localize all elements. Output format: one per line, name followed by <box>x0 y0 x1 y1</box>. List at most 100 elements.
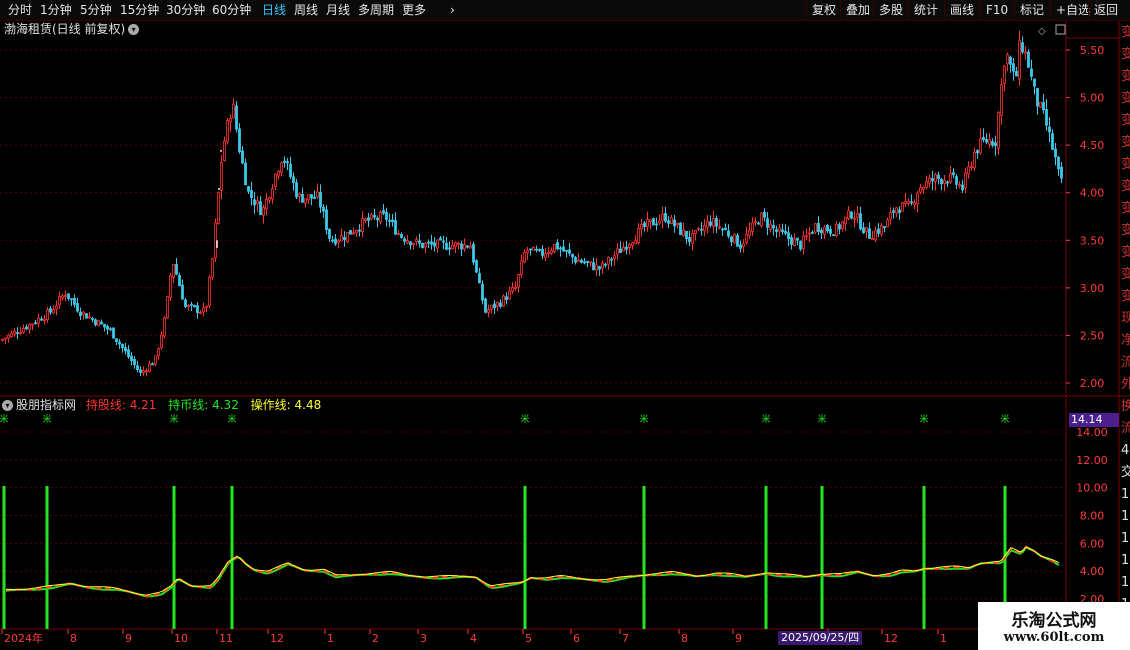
candle <box>166 296 169 319</box>
candle <box>391 219 394 223</box>
period-tab-2[interactable]: 5分钟 <box>80 0 112 20</box>
period-tab-6[interactable]: 日线 <box>262 0 286 20</box>
chevron-down-icon[interactable]: ▾ <box>2 400 13 411</box>
candle <box>1000 84 1003 116</box>
date-axis-label: 9 <box>125 632 132 645</box>
candle <box>652 218 655 226</box>
candle <box>925 181 928 188</box>
period-tab-4[interactable]: 30分钟 <box>166 0 205 20</box>
period-tab-7[interactable]: 周线 <box>294 0 318 20</box>
tool-button-6[interactable]: 标记 <box>1014 0 1050 20</box>
candle <box>547 251 550 254</box>
candle <box>145 370 148 373</box>
candle <box>550 249 553 254</box>
candle <box>637 228 640 244</box>
indicator-axis-label: 6.00 <box>1080 537 1105 550</box>
candle <box>853 217 856 220</box>
period-tab-3[interactable]: 15分钟 <box>120 0 159 20</box>
right-panel-glyph: 变 <box>1121 156 1130 172</box>
indicator-plot: 米米米米米米米米米米 <box>0 413 1060 629</box>
candle <box>142 370 145 374</box>
chevron-down-icon[interactable]: ▾ <box>128 24 140 35</box>
candle <box>997 112 1000 149</box>
right-panel-glyph: 1 <box>1121 487 1129 502</box>
candle <box>982 136 985 140</box>
candle <box>7 334 10 339</box>
candle <box>733 233 736 243</box>
indicator-axis-label: 8.00 <box>1080 510 1105 523</box>
candle <box>154 355 157 365</box>
right-panel-glyph: 变 <box>1121 24 1130 40</box>
candle <box>841 221 844 229</box>
candle <box>802 235 805 249</box>
candle <box>184 299 187 307</box>
candle <box>880 225 883 235</box>
candle <box>727 230 730 237</box>
candle <box>526 250 529 254</box>
candle <box>442 240 445 243</box>
candle <box>190 303 193 306</box>
signal-symbol: 米 <box>817 413 826 425</box>
candle <box>796 237 799 241</box>
candle <box>70 298 73 301</box>
candle <box>295 182 298 198</box>
right-panel-glyph: 换 <box>1121 399 1130 414</box>
candle <box>769 223 772 230</box>
candle <box>1036 88 1039 107</box>
candle <box>805 235 808 238</box>
candle <box>304 198 307 204</box>
candle <box>49 308 52 313</box>
tool-button-5[interactable]: F10 <box>980 0 1014 20</box>
candle <box>397 232 400 235</box>
tool-button-2[interactable]: 多股 <box>873 0 908 20</box>
hold-line-label: 持股线: <box>85 398 130 412</box>
candle <box>268 197 271 201</box>
candle <box>67 293 70 299</box>
indicator-axis-label: 12.00 <box>1076 454 1108 467</box>
right-panel-glyph: 变 <box>1121 46 1130 62</box>
candle <box>79 311 82 317</box>
candle <box>244 162 247 186</box>
candle <box>499 302 502 307</box>
candle <box>916 192 919 205</box>
tool-button-8[interactable]: 返回 <box>1088 0 1130 20</box>
candle <box>382 210 385 214</box>
period-tab-0[interactable]: 分时 <box>8 0 32 20</box>
candle <box>352 232 355 235</box>
tool-button-0[interactable]: 复权 <box>806 0 840 20</box>
candle <box>151 363 154 366</box>
candle <box>43 318 46 321</box>
period-tab-8[interactable]: 月线 <box>326 0 350 20</box>
period-tab-5[interactable]: 60分钟 <box>212 0 251 20</box>
candle <box>616 248 619 255</box>
candle <box>334 238 337 245</box>
period-tab-9[interactable]: 多周期 <box>358 0 394 20</box>
tool-button-7[interactable]: +自选 <box>1050 0 1090 20</box>
period-tab-10[interactable]: 更多 <box>402 0 426 20</box>
op-line <box>6 546 1060 596</box>
candle <box>310 194 313 199</box>
tool-button-4[interactable]: 画线 <box>944 0 980 20</box>
candle <box>115 338 118 342</box>
candle <box>694 229 697 234</box>
candle <box>331 239 334 242</box>
candle <box>649 219 652 222</box>
candle <box>847 210 850 220</box>
candle <box>379 212 382 223</box>
candle <box>1027 51 1030 68</box>
more-chevron-icon[interactable]: › <box>450 0 455 20</box>
candle <box>169 275 172 298</box>
candle <box>700 228 703 231</box>
candle <box>595 264 598 271</box>
candle <box>664 212 667 222</box>
tool-button-1[interactable]: 叠加 <box>840 0 873 20</box>
candle <box>484 298 487 313</box>
candle <box>505 296 508 301</box>
candle <box>469 245 472 249</box>
candle <box>907 201 910 204</box>
period-tab-1[interactable]: 1分钟 <box>40 0 72 20</box>
candle <box>250 190 253 199</box>
candle <box>13 330 16 335</box>
tool-button-3[interactable]: 统计 <box>908 0 944 20</box>
candle <box>100 321 103 325</box>
